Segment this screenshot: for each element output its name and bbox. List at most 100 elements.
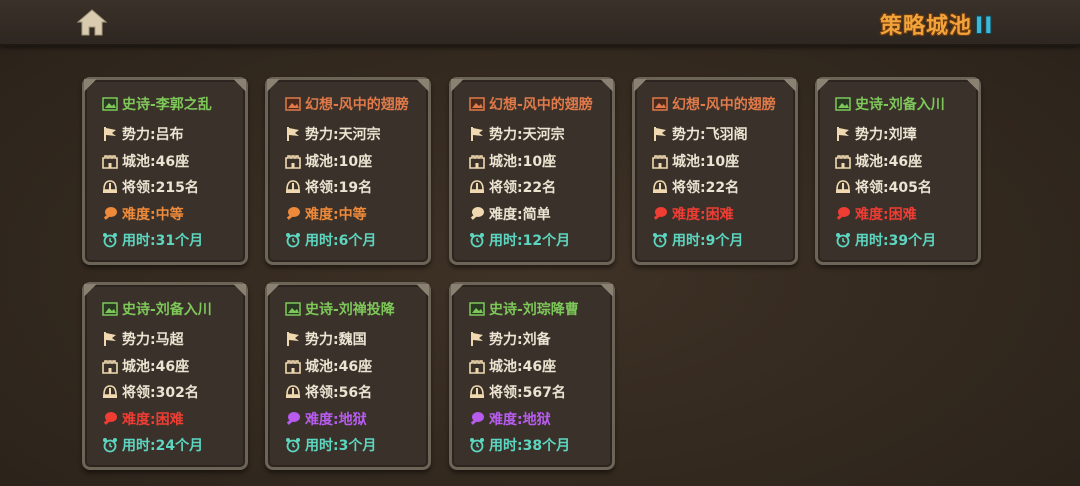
castle-icon (102, 155, 118, 169)
difficulty-row: 难度: 困难 (102, 409, 184, 429)
scenario-card[interactable]: 史诗-刘备入川 势力: 刘璋 城池: 46座 将领: 405名 难度: 困难 用… (815, 77, 981, 265)
top-bar: 策略城池 II (0, 0, 1080, 46)
time-value: 3个月 (338, 438, 377, 454)
flag-icon (471, 127, 483, 141)
helmet-icon (286, 180, 300, 193)
cities-row: 城池: 10座 (285, 151, 372, 171)
logo-suffix: II (975, 14, 994, 39)
generals-value: 56名 (338, 385, 373, 401)
helmet-icon (470, 180, 484, 193)
generals-value: 302名 (155, 385, 199, 401)
generals-value: 215名 (155, 180, 199, 196)
castle-icon (835, 155, 851, 169)
alarm-clock-icon (286, 233, 300, 248)
time-row: 用时: 31个月 (102, 230, 203, 250)
difficulty-value: 地狱 (338, 412, 367, 428)
scenario-title: 史诗-刘备入川 (102, 299, 212, 319)
cities-value: 46座 (522, 359, 557, 375)
force-row: 势力: 天河宗 (469, 124, 565, 144)
alarm-clock-icon (286, 438, 300, 453)
paddle-icon (836, 207, 850, 220)
time-row: 用时: 24个月 (102, 435, 203, 455)
difficulty-row: 难度: 困难 (652, 204, 734, 224)
scenario-card[interactable]: 幻想-风中的翅膀 势力: 天河宗 城池: 10座 将领: 22名 难度: 简单 … (449, 77, 615, 265)
time-row: 用时: 38个月 (469, 435, 570, 455)
helmet-icon (653, 180, 667, 193)
scenario-card[interactable]: 史诗-刘琮降曹 势力: 刘备 城池: 46座 将领: 567名 难度: 地狱 用… (449, 282, 615, 470)
time-value: 12个月 (522, 233, 571, 249)
alarm-clock-icon (836, 233, 850, 248)
home-icon (76, 9, 108, 36)
paddle-icon (470, 207, 484, 220)
generals-value: 567名 (522, 385, 566, 401)
time-row: 用时: 12个月 (469, 230, 570, 250)
cities-value: 10座 (338, 154, 373, 170)
flag-icon (837, 127, 849, 141)
difficulty-row: 难度: 中等 (285, 204, 367, 224)
cities-row: 城池: 10座 (652, 151, 739, 171)
time-value: 31个月 (155, 233, 204, 249)
cities-row: 城池: 46座 (102, 356, 189, 376)
cities-value: 46座 (338, 359, 373, 375)
time-value: 38个月 (522, 438, 571, 454)
scenario-card[interactable]: 幻想-风中的翅膀 势力: 天河宗 城池: 10座 将领: 19名 难度: 中等 … (265, 77, 431, 265)
difficulty-value: 中等 (338, 207, 367, 223)
castle-icon (285, 155, 301, 169)
picture-icon (469, 302, 485, 316)
generals-value: 19名 (338, 180, 373, 196)
castle-icon (102, 360, 118, 374)
difficulty-row: 难度: 中等 (102, 204, 184, 224)
difficulty-value: 中等 (155, 207, 184, 223)
paddle-icon (286, 207, 300, 220)
home-button[interactable] (76, 7, 108, 37)
generals-row: 将领: 22名 (469, 177, 556, 197)
flag-icon (471, 332, 483, 346)
force-value: 吕布 (155, 127, 184, 143)
generals-value: 22名 (522, 180, 557, 196)
force-row: 势力: 吕布 (102, 124, 184, 144)
generals-row: 将领: 56名 (285, 382, 372, 402)
flag-icon (104, 332, 116, 346)
scenario-card[interactable]: 史诗-刘备入川 势力: 马超 城池: 46座 将领: 302名 难度: 困难 用… (82, 282, 248, 470)
flag-icon (104, 127, 116, 141)
difficulty-value: 简单 (522, 207, 551, 223)
force-value: 刘备 (522, 332, 551, 348)
cities-value: 46座 (888, 154, 923, 170)
picture-icon (835, 97, 851, 111)
difficulty-row: 难度: 地狱 (285, 409, 367, 429)
flag-icon (654, 127, 666, 141)
flag-icon (287, 127, 299, 141)
logo-text: 策略城池 (880, 14, 973, 39)
cities-value: 10座 (522, 154, 557, 170)
scenario-title: 幻想-风中的翅膀 (285, 94, 409, 114)
picture-icon (285, 302, 301, 316)
helmet-icon (103, 180, 117, 193)
helmet-icon (470, 385, 484, 398)
alarm-clock-icon (470, 233, 484, 248)
scenario-title: 史诗-刘禅投降 (285, 299, 395, 319)
difficulty-value: 地狱 (522, 412, 551, 428)
game-logo: 策略城池 II (880, 8, 994, 39)
time-value: 9个月 (705, 233, 744, 249)
time-row: 用时: 6个月 (285, 230, 376, 250)
difficulty-row: 难度: 地狱 (469, 409, 551, 429)
difficulty-value: 困难 (888, 207, 917, 223)
force-row: 势力: 马超 (102, 329, 184, 349)
castle-icon (469, 155, 485, 169)
scenario-card[interactable]: 史诗-刘禅投降 势力: 魏国 城池: 46座 将领: 56名 难度: 地狱 用时… (265, 282, 431, 470)
generals-row: 将领: 215名 (102, 177, 199, 197)
flag-icon (287, 332, 299, 346)
force-row: 势力: 刘备 (469, 329, 551, 349)
picture-icon (102, 302, 118, 316)
scenario-title: 幻想-风中的翅膀 (652, 94, 776, 114)
scenario-title: 幻想-风中的翅膀 (469, 94, 593, 114)
paddle-icon (103, 412, 117, 425)
cities-value: 10座 (705, 154, 740, 170)
difficulty-row: 难度: 简单 (469, 204, 551, 224)
scenario-title: 史诗-刘备入川 (835, 94, 945, 114)
picture-icon (652, 97, 668, 111)
generals-row: 将领: 567名 (469, 382, 566, 402)
scenario-card[interactable]: 幻想-风中的翅膀 势力: 飞羽阁 城池: 10座 将领: 22名 难度: 困难 … (632, 77, 798, 265)
generals-row: 将领: 302名 (102, 382, 199, 402)
scenario-card[interactable]: 史诗-李郭之乱 势力: 吕布 城池: 46座 将领: 215名 难度: 中等 用… (82, 77, 248, 265)
